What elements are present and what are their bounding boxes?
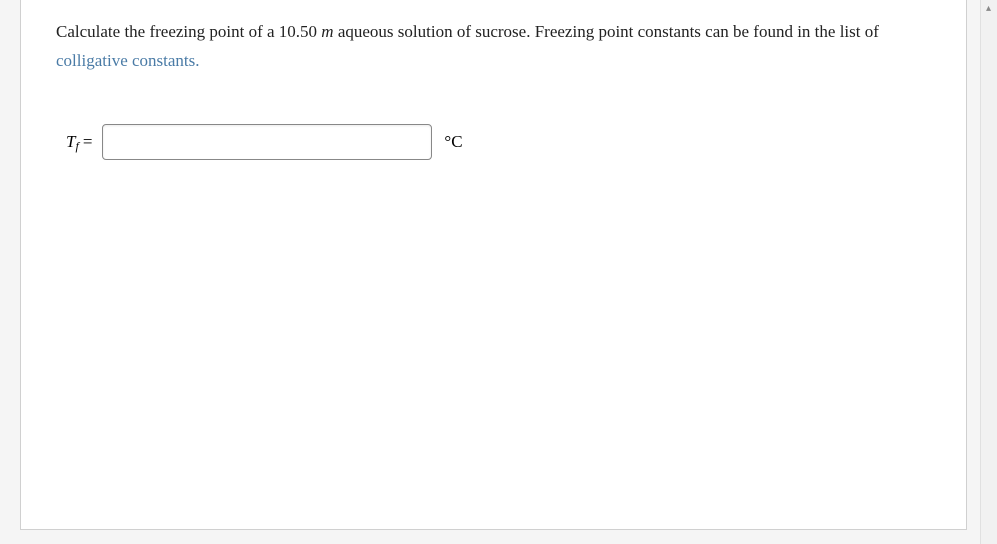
question-text-part2: aqueous solution of sucrose. Freezing po… (334, 22, 879, 41)
molality-symbol: m (321, 22, 333, 41)
question-text: Calculate the freezing point of a 10.50 … (56, 18, 931, 76)
variable-main: T (66, 132, 75, 152)
equals-sign: = (83, 132, 93, 152)
unit-label: °C (444, 132, 462, 152)
colligative-constants-link[interactable]: colligative constants. (56, 51, 200, 70)
question-text-part1: Calculate the freezing point of a 10.50 (56, 22, 321, 41)
variable-subscript: f (75, 139, 78, 154)
vertical-scrollbar[interactable]: ▴ (980, 0, 997, 544)
freezing-point-input[interactable] (102, 124, 432, 160)
variable-label: Tf = (66, 132, 92, 152)
question-panel: Calculate the freezing point of a 10.50 … (20, 0, 967, 530)
scroll-up-icon[interactable]: ▴ (980, 0, 997, 17)
answer-input-row: Tf = °C (56, 124, 931, 160)
